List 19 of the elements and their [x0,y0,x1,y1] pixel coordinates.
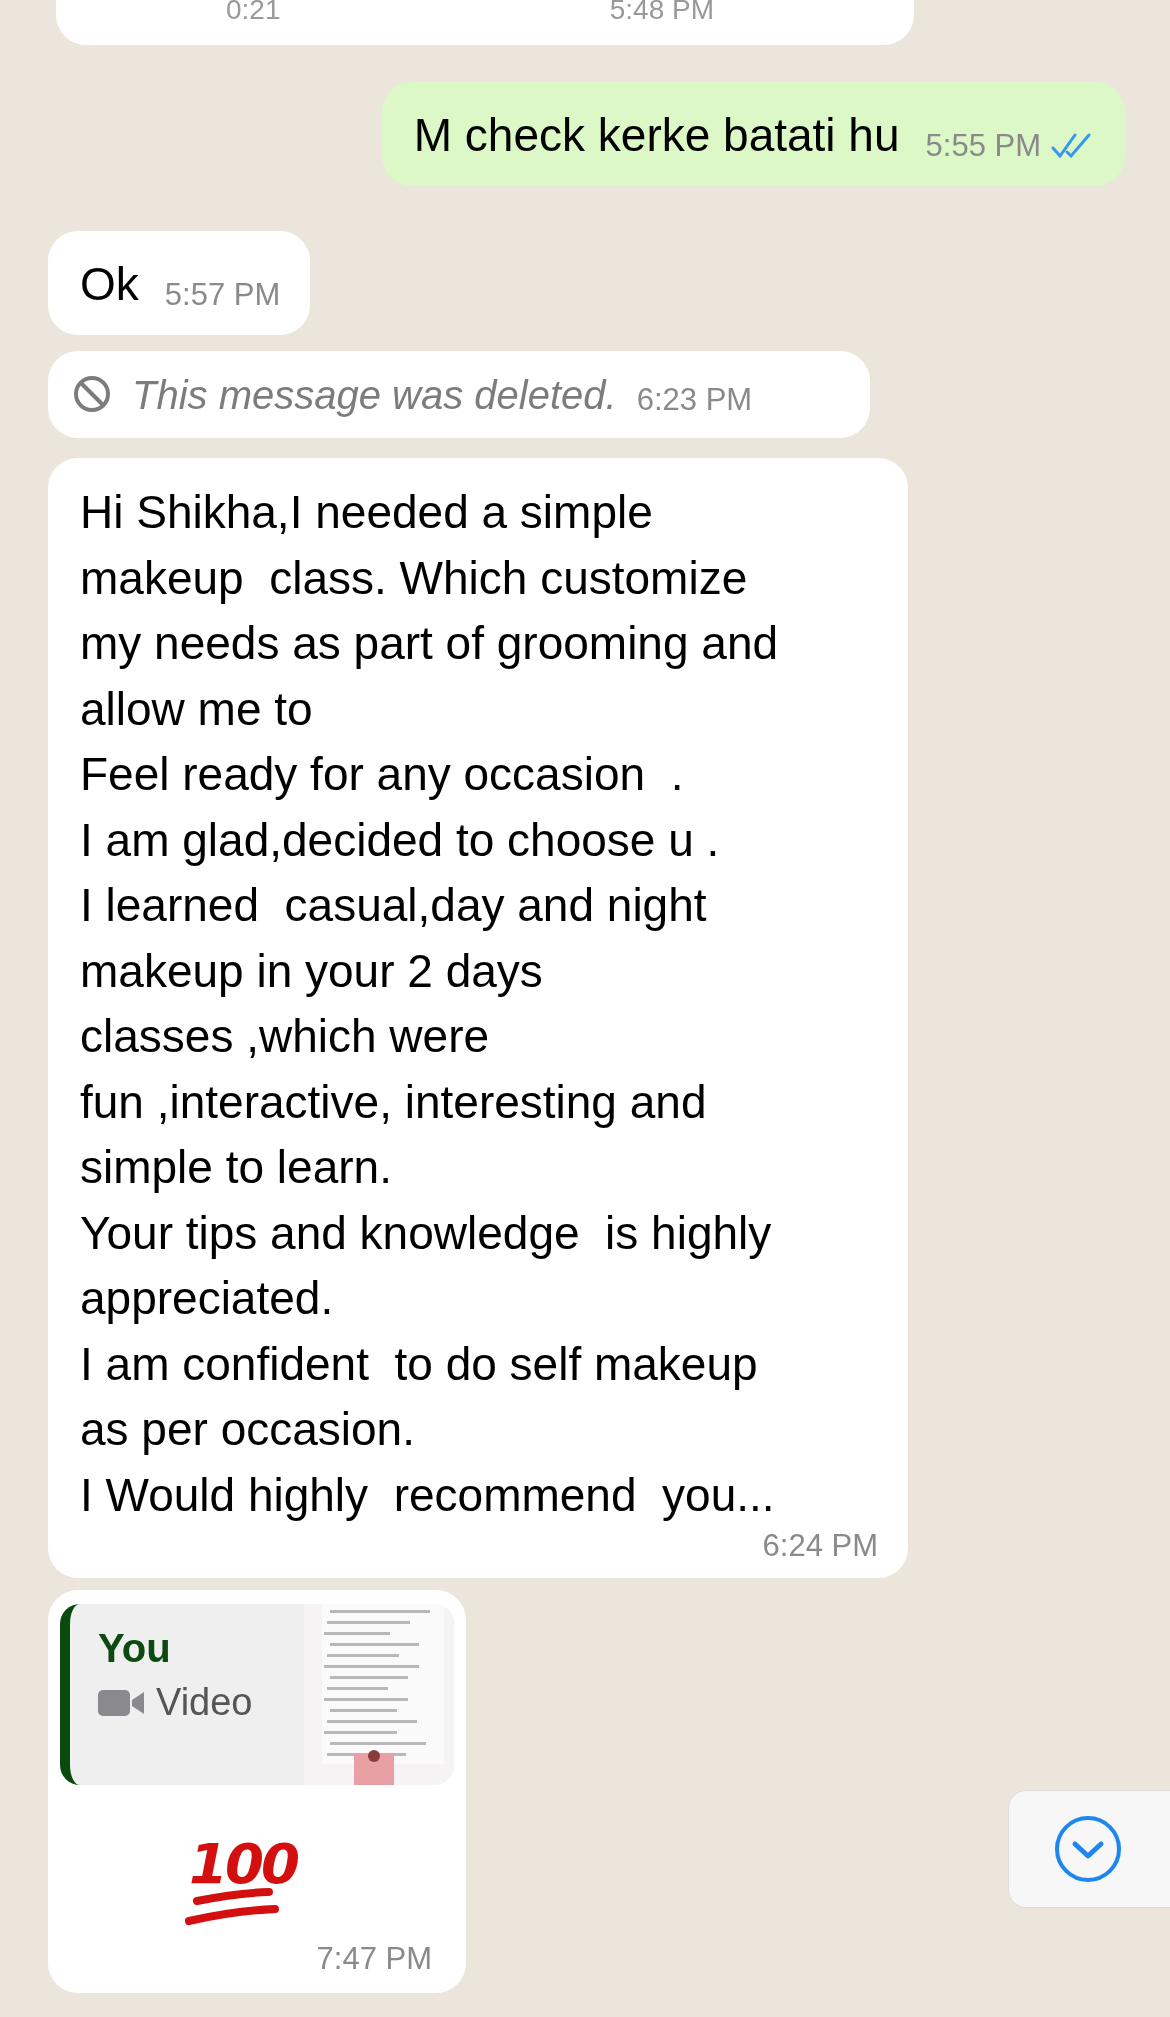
deleted-message-text: This message was deleted. [132,373,617,418]
message-text: Ok [80,257,139,312]
message-time: 5:48 PM [609,0,714,24]
message-time: 5:55 PM [925,128,1041,164]
voice-duration: 0:21 [226,0,281,24]
video-camera-icon [98,1688,146,1717]
message-time: 5:57 PM [164,277,281,313]
scroll-down-button[interactable] [1008,1790,1170,1908]
ban-icon [72,374,112,414]
quote-author: You [98,1626,172,1671]
chevron-down-icon [1053,1814,1123,1884]
message-text: M check kerke batati hu [413,108,900,163]
quoted-message[interactable]: You Video [60,1604,454,1785]
message-time: 6:24 PM [762,1528,878,1564]
quote-media-label: Video [156,1681,253,1724]
message-time: 7:47 PM [316,1941,432,1977]
message-text: Hi Shikha,I needed a simple makeup class. Which customize my needs as part of grooming and allow me to Feel ready for any occasion . I am glad,decided to choose u . I learned casual,day and night makeup in your 2 days classes ,which were fun ,interactive, interesting and simple to learn. Your tips and knowledge is highly appreciated. I am confident to do self makeup as per occasion. I Would highly recommend you... [80,485,780,1523]
message-time: 6:23 PM [636,382,753,418]
hundred-points-emoji: 100 [167,1805,317,1935]
